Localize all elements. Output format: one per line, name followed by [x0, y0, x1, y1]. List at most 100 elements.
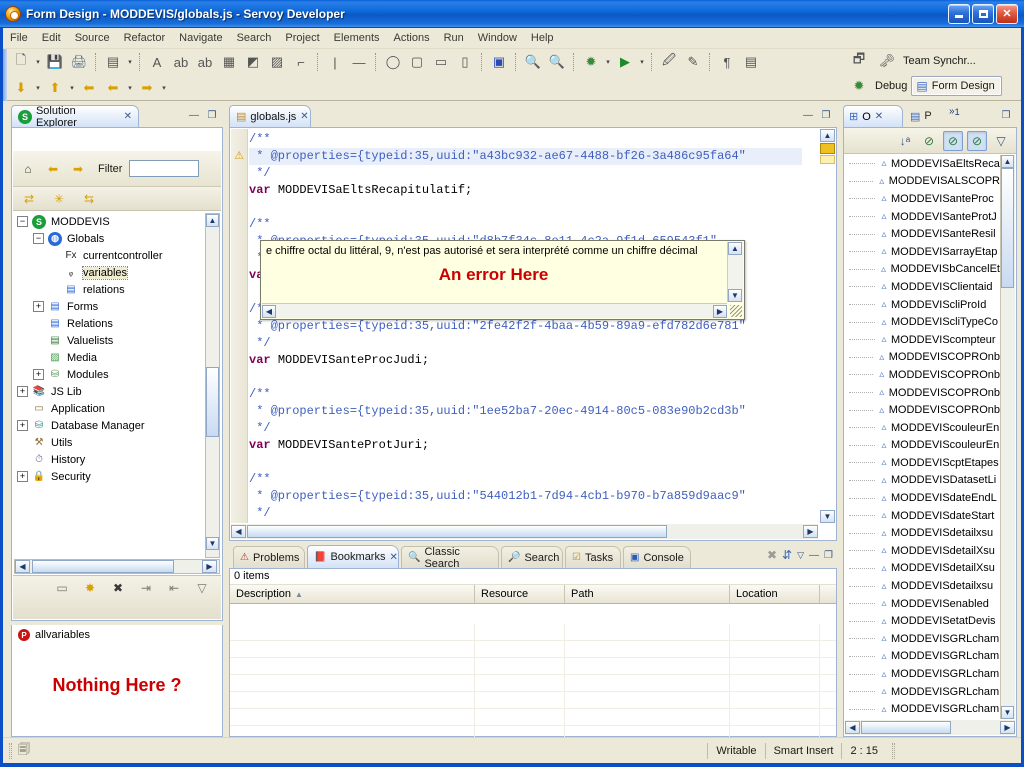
scroll-left-arrow-icon[interactable]: ◀	[262, 305, 276, 318]
forward-arrow-icon[interactable]: ➡	[68, 159, 88, 179]
maximize-icon[interactable]: ❐	[205, 108, 219, 122]
text-label-icon[interactable]: A	[146, 51, 168, 73]
rectangle-icon[interactable]: ▢	[406, 51, 428, 73]
outline-item[interactable]: ▵MODDEVISCOPROnb	[845, 349, 1000, 367]
outline-item[interactable]: ▵MODDEVIScliTypeCo	[845, 313, 1000, 331]
form-editor-icon[interactable]: ▤	[102, 51, 124, 73]
tree-item-relations[interactable]: ▤Relations	[13, 315, 221, 332]
tab-problems[interactable]: ⚠Problems	[233, 546, 305, 568]
outline-item[interactable]: ▵MODDEVISdetailxsu	[845, 577, 1000, 595]
code-line-var-decl[interactable]: var MODDEVISanteProtJuri;	[249, 437, 802, 454]
tab-overflow-indicator[interactable]: » 1	[949, 106, 960, 117]
menu-project[interactable]: Project	[278, 29, 326, 47]
outline-item[interactable]: ▵MODDEVISdetailxsu	[845, 524, 1000, 542]
menu-elements[interactable]: Elements	[327, 29, 387, 47]
scroll-down-arrow-icon[interactable]: ▼	[728, 289, 742, 302]
tree-item-forms[interactable]: +▤Forms	[13, 298, 221, 315]
filter-input[interactable]	[129, 160, 199, 177]
maximize-button[interactable]	[972, 4, 994, 24]
tab-console[interactable]: ▣Console	[623, 546, 691, 568]
dropdown-arrow-icon[interactable]: ▾	[67, 77, 77, 99]
tree-item-currentcontroller[interactable]: Fxcurrentcontroller	[13, 247, 221, 264]
outline-item[interactable]: ▵MODDEVISenabled	[845, 595, 1000, 613]
dropdown-arrow-icon[interactable]: ▾	[159, 77, 169, 99]
solution-tree[interactable]: −SMODDEVIS−◍GlobalsFxcurrentcontrollerᵩv…	[13, 211, 221, 576]
outline-item[interactable]: ▵MODDEVISarrayEtap	[845, 243, 1000, 261]
solution-tree-vscrollbar[interactable]: ▲ ▼	[205, 213, 220, 558]
view-menu-icon[interactable]: ▽	[991, 131, 1011, 151]
pencil-icon[interactable]: ✎	[682, 51, 704, 73]
tab-search[interactable]: 🔎Search	[501, 546, 563, 568]
table-row[interactable]	[230, 658, 836, 675]
editor-text-area[interactable]: /** * @properties={typeid:35,uuid:"a43bc…	[249, 129, 802, 523]
portal-icon[interactable]: ▯	[454, 51, 476, 73]
hide-static-icon[interactable]: ⊘	[967, 131, 987, 151]
scroll-up-arrow-icon[interactable]: ▲	[206, 214, 219, 227]
scroll-up-arrow-icon[interactable]: ▲	[820, 129, 835, 142]
expand-icon[interactable]: +	[17, 386, 28, 397]
table-row[interactable]	[230, 692, 836, 709]
code-line[interactable]: */	[249, 505, 802, 522]
tab-tasks[interactable]: ☑Tasks	[565, 546, 621, 568]
show-whitespace-icon[interactable]: ¶	[716, 51, 738, 73]
print-icon[interactable]: 🖨	[68, 51, 90, 73]
tree-item-database-manager[interactable]: +⛁Database Manager	[13, 417, 221, 434]
block-selection-icon[interactable]: ▤	[740, 51, 762, 73]
menu-navigate[interactable]: Navigate	[172, 29, 229, 47]
last-edit-location-icon[interactable]: ⬅	[78, 77, 100, 99]
code-line[interactable]: * @properties={typeid:35,uuid:"1ee52ba7-…	[249, 403, 802, 420]
text-field-icon[interactable]: ab	[170, 51, 192, 73]
external-tools-icon[interactable]: 🖉	[658, 51, 680, 73]
code-line[interactable]: /**	[249, 131, 802, 148]
minimize-icon[interactable]: —	[187, 108, 201, 122]
menu-help[interactable]: Help	[524, 29, 561, 47]
shape-icon[interactable]: ⌐	[290, 51, 312, 73]
close-icon[interactable]: ✕	[124, 111, 132, 122]
tooltip-vscrollbar[interactable]: ▲ ▼	[727, 242, 743, 302]
tree-item-utils[interactable]: ⚒Utils	[13, 434, 221, 451]
warning-marker-icon[interactable]: ⚠	[231, 149, 247, 162]
menu-search[interactable]: Search	[230, 29, 279, 47]
dropdown-arrow-icon[interactable]: ▾	[33, 51, 43, 73]
resize-grip-icon[interactable]	[730, 305, 742, 317]
scroll-right-arrow-icon[interactable]: ▶	[713, 305, 727, 318]
column-header-path[interactable]: Path	[565, 585, 730, 603]
dropdown-arrow-icon[interactable]: ▾	[637, 51, 647, 73]
tab-outline[interactable]: ⊞ O ✕	[843, 105, 903, 127]
scroll-right-arrow-icon[interactable]: ▶	[1000, 721, 1015, 734]
outline-hscrollbar[interactable]: ◀ ▶	[845, 720, 1015, 735]
close-icon[interactable]: ✕	[300, 111, 308, 122]
debug-perspective-icon[interactable]: ✹	[848, 75, 870, 97]
open-perspective-icon[interactable]: 🗗	[848, 50, 870, 72]
scroll-down-arrow-icon[interactable]: ▼	[1001, 706, 1014, 719]
image-icon[interactable]: ▨	[266, 51, 288, 73]
code-line[interactable]: * @properties={typeid:35,uuid:"544012b1-…	[249, 488, 802, 505]
scroll-thumb-h[interactable]	[247, 525, 667, 538]
tab-classic-search[interactable]: 🔍Classic Search	[401, 546, 499, 568]
outline-item[interactable]: ▵MODDEVISdateEndL	[845, 489, 1000, 507]
hide-non-public-icon[interactable]: ⊘	[919, 131, 939, 151]
home-icon[interactable]: ⌂	[18, 159, 38, 179]
new-wizard-icon[interactable]: 🗋	[10, 51, 32, 73]
expand-icon[interactable]: +	[33, 369, 44, 380]
rounded-rect-icon[interactable]: ▭	[430, 51, 452, 73]
hide-fields-icon[interactable]: ⊘	[943, 131, 963, 151]
warning-overview-marker[interactable]	[820, 143, 835, 154]
vertical-line-icon[interactable]: |	[324, 51, 346, 73]
ellipse-icon[interactable]: ◯	[382, 51, 404, 73]
column-header-description[interactable]: Description▲	[230, 585, 475, 603]
team-synchronize-icon[interactable]: 🗝	[876, 50, 898, 72]
tree-item-moddevis[interactable]: −SMODDEVIS	[13, 213, 221, 230]
table-row[interactable]	[230, 641, 836, 658]
scroll-up-arrow-icon[interactable]: ▲	[1001, 155, 1014, 168]
tree-item-variables[interactable]: ᵩvariables	[13, 264, 221, 281]
allvariables-item[interactable]: P allvariables	[12, 625, 222, 645]
code-line[interactable]: /**	[249, 471, 802, 488]
expand-icon[interactable]: +	[17, 420, 28, 431]
collapse-icon[interactable]: −	[33, 233, 44, 244]
scroll-up-arrow-icon[interactable]: ▲	[728, 242, 742, 255]
outline-item[interactable]: ▵MODDEVISALSCOPR	[845, 173, 1000, 191]
column-header-resource[interactable]: Resource	[475, 585, 565, 603]
scroll-thumb[interactable]	[1001, 168, 1014, 288]
outline-item[interactable]: ▵MODDEVISDatasetLi	[845, 472, 1000, 490]
